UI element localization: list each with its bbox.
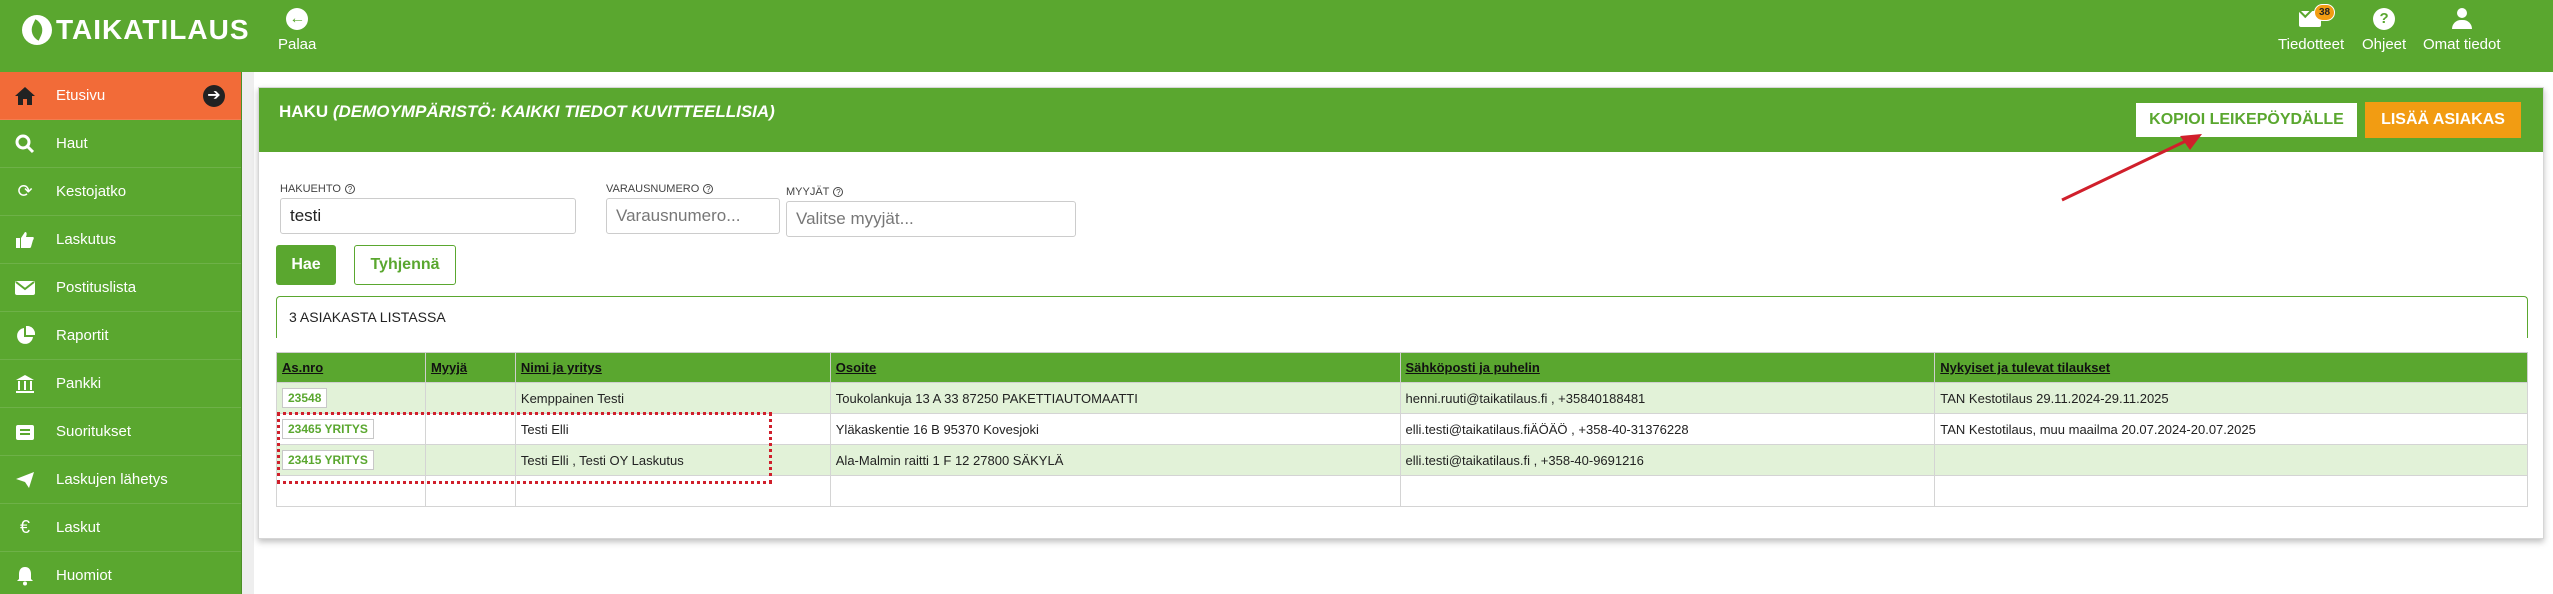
table-header-row: As.nro Myyjä Nimi ja yritys Osoite Sähkö… [276,352,2528,383]
table-row[interactable]: 23548 Kemppainen Testi Toukolankuja 13 A… [276,382,2528,414]
back-label: Palaa [278,36,317,53]
contact-cell: henni.ruuti@taikatilaus.fi , +3584018848… [1399,382,1936,414]
contact-cell: elli.testi@taikatilaus.fiÄÖÄÖ , +358-40-… [1399,413,1936,445]
search-input[interactable]: testi [280,198,576,234]
column-header-myyja[interactable]: Myyjä [424,352,516,383]
help-label: Ohjeet [2362,36,2407,53]
arrow-left-icon: ← [286,8,309,30]
highlight-box [277,412,772,484]
sidebar-item-huomiot[interactable]: Huomiot [0,552,241,594]
orders-cell [1934,444,2528,476]
myyjat-label: MYYJÄT [786,186,830,198]
varausnumero-label: VARAUSNUMERO [606,183,700,195]
sidebar-item-label: Huomiot [56,567,112,584]
sidebar-item-label: Haut [56,135,88,152]
sidebar-item-label: Laskujen lähetys [56,471,168,488]
name-cell: Kemppainen Testi [514,382,831,414]
info-icon[interactable]: ? [344,184,355,194]
contact-cell: elli.testi@taikatilaus.fi , +358-40-9691… [1399,444,1936,476]
sidebar-item-label: Suoritukset [56,423,132,440]
brand-name: TAIKATILAUS [56,14,250,45]
seller-cell [424,382,516,414]
column-header-osoite[interactable]: Osoite [829,352,1401,383]
wallet-icon [14,421,36,443]
address-cell: Yläkaskentie 16 B 95370 Kovesjoki [829,413,1401,445]
sidebar-item-label: Etusivu [56,87,106,104]
thumbs-up-icon [14,229,36,251]
address-cell: Toukolankuja 13 A 33 87250 PAKETTIAUTOMA… [829,382,1401,414]
envelope-icon: 38 [2299,4,2336,30]
arrow-right-icon: ➔ [203,85,225,107]
sidebar-item-haut[interactable]: Haut [0,120,241,168]
sidebar-item-label: Laskutus [56,231,117,248]
sidebar-item-laskut[interactable]: € Laskut [0,504,241,552]
hakuehto-label: HAKUEHTO [280,183,341,195]
page-title: HAKU (DEMOYMPÄRISTÖ: KAIKKI TIEDOT KUVIT… [279,102,775,121]
sidebar-item-label: Postituslista [56,279,137,296]
column-header-tilaukset[interactable]: Nykyiset ja tulevat tilaukset [1934,352,2528,383]
info-icon[interactable]: ? [833,187,844,197]
search-icon [14,133,36,155]
customer-id-link[interactable]: 23548 [282,388,328,408]
profile-label: Omat tiedot [2423,36,2501,53]
back-button[interactable]: ← Palaa [278,8,316,53]
column-header-as-nro[interactable]: As.nro [276,352,426,383]
sidebar-item-raportit[interactable]: Raportit [0,312,241,360]
search-button[interactable]: Hae [276,245,336,285]
help-button[interactable]: ? Ohjeet [2362,8,2406,53]
hakuehto-field: HAKUEHTO ? testi [280,182,576,234]
orders-cell: TAN Kestotilaus, muu maailma 20.07.2024-… [1934,413,2528,445]
news-count-badge: 38 [2313,4,2336,21]
info-icon[interactable]: ? [703,184,714,194]
sidebar-item-pankki[interactable]: Pankki [0,360,241,408]
sidebar-item-suoritukset[interactable]: Suoritukset [0,408,241,456]
add-customer-button[interactable]: LISÄÄ ASIAKAS [2365,102,2521,138]
home-icon [14,85,36,107]
sidebar-item-label: Raportit [56,327,109,344]
orders-cell: TAN Kestotilaus 29.11.2024-29.11.2025 [1934,382,2528,414]
brand-logo[interactable]: TAIKATILAUS [22,14,250,46]
refresh-icon: ⟳ [17,181,33,201]
paper-plane-icon [14,469,36,491]
top-bar: TAIKATILAUS ← Palaa 38 Tiedotteet ? Ohje… [0,0,2553,72]
column-header-sahkoposti[interactable]: Sähköposti ja puhelin [1399,352,1936,383]
sidebar-gutter [242,72,254,594]
news-button[interactable]: 38 Tiedotteet [2278,4,2345,53]
sidebar-item-kestojatko[interactable]: ⟳ Kestojatko [0,168,241,216]
news-label: Tiedotteet [2278,36,2345,53]
results-count: 3 ASIAKASTA LISTASSA [289,309,446,325]
seller-select[interactable]: Valitse myyjät... [786,201,1076,237]
bell-icon [14,565,36,587]
clear-button[interactable]: Tyhjennä [354,245,456,285]
sidebar-item-label: Laskut [56,519,101,536]
annotation-arrow-icon [2061,134,2202,202]
sidebar-item-laskujen-lahetys[interactable]: Laskujen lähetys [0,456,241,504]
sidebar-item-laskutus[interactable]: Laskutus [0,216,241,264]
sidebar: Etusivu ➔ Haut ⟳ Kestojatko Laskutus Pos… [0,72,242,594]
reservation-number-input[interactable]: Varausnumero... [606,198,780,234]
envelope-icon [14,277,36,299]
results-count-box: 3 ASIAKASTA LISTASSA [276,296,2528,338]
sidebar-item-label: Kestojatko [56,183,127,200]
sidebar-item-etusivu[interactable]: Etusivu ➔ [0,72,241,120]
euro-icon: € [19,517,30,537]
address-cell: Ala-Malmin raitti 1 F 12 27800 SÄKYLÄ [829,444,1401,476]
column-header-nimi[interactable]: Nimi ja yritys [514,352,831,383]
sidebar-item-label: Pankki [56,375,102,392]
user-icon [2450,8,2474,30]
pie-chart-icon [14,325,36,347]
profile-button[interactable]: Omat tiedot [2423,8,2501,53]
leaf-logo-icon [22,15,52,45]
myyjat-field: MYYJÄT ? Valitse myyjät... [786,185,1076,237]
varausnumero-field: VARAUSNUMERO ? Varausnumero... [606,182,780,234]
sidebar-item-postituslista[interactable]: Postituslista [0,264,241,312]
question-icon: ? [2373,8,2396,30]
bank-icon [14,373,36,395]
